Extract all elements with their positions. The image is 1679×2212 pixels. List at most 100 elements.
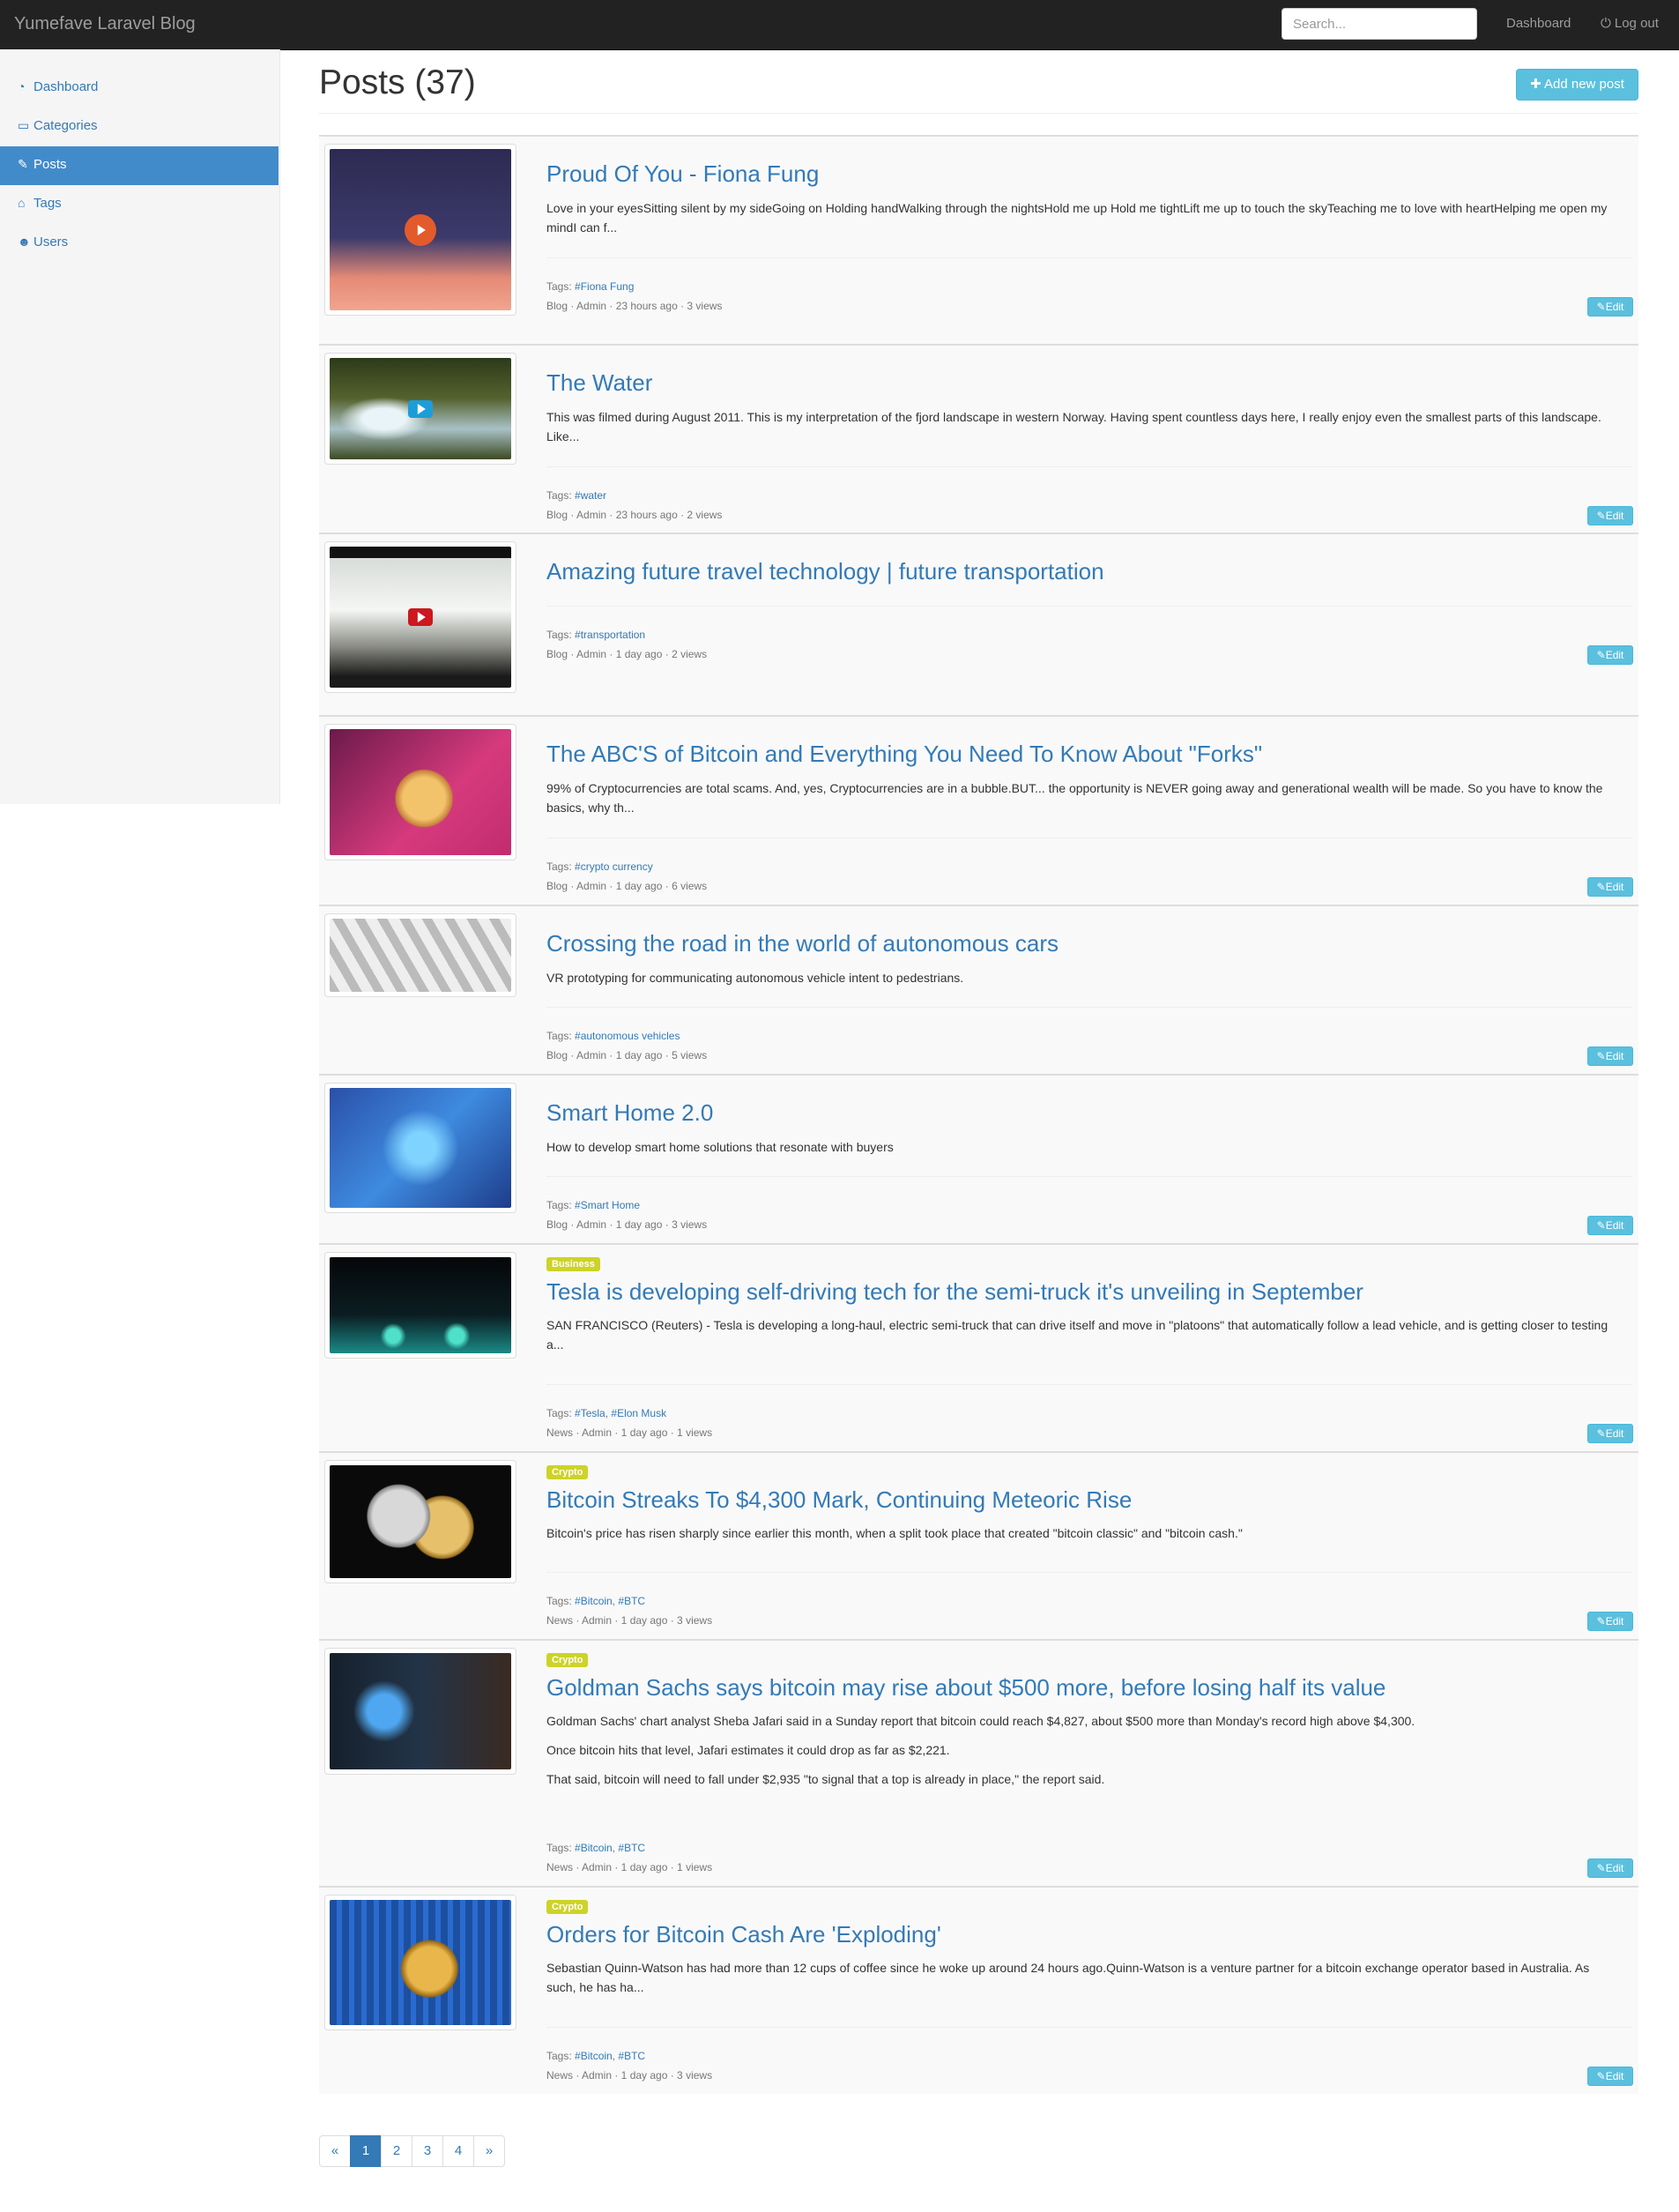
post-thumbnail[interactable] — [324, 541, 516, 693]
tag-link[interactable]: #water — [575, 489, 606, 502]
excerpt-paragraph: Love in your eyesSitting silent by my si… — [546, 201, 1608, 235]
tag-link[interactable]: #Smart Home — [575, 1199, 640, 1211]
sidebar-item-label: Users — [33, 235, 69, 250]
logout-link[interactable]: ⏻ Log out — [1601, 16, 1659, 31]
play-icon — [405, 213, 436, 246]
tag-link[interactable]: #BTC — [618, 1842, 645, 1854]
post-tags: Tags: #Bitcoin, #BTC — [546, 1842, 646, 1854]
bitcoin-image — [330, 729, 511, 855]
post-title-link[interactable]: Orders for Bitcoin Cash Are 'Exploding' — [546, 1921, 941, 1948]
tag-link[interactable]: #Tesla — [575, 1407, 605, 1419]
edit-post-button[interactable]: ✎Edit — [1587, 297, 1633, 317]
pencil-icon: ✎ — [1596, 510, 1606, 522]
pagination-page-4[interactable]: 4 — [442, 2135, 474, 2167]
post-excerpt: Goldman Sachs' chart analyst Sheba Jafar… — [546, 1711, 1622, 1799]
post-thumbnail[interactable] — [324, 1895, 516, 2030]
post-divider — [546, 2027, 1632, 2028]
pagination-page-2[interactable]: 2 — [381, 2135, 412, 2167]
pagination-page-3[interactable]: 3 — [412, 2135, 443, 2167]
pagination-next[interactable]: » — [473, 2135, 505, 2167]
sidebar-item-dashboard[interactable]: ◔ Dashboard — [0, 69, 279, 108]
post-title-link[interactable]: Tesla is developing self-driving tech fo… — [546, 1278, 1363, 1306]
edit-post-button[interactable]: ✎Edit — [1587, 877, 1633, 897]
edit-post-button[interactable]: ✎Edit — [1587, 506, 1633, 525]
post-title-link[interactable]: The ABC'S of Bitcoin and Everything You … — [546, 741, 1262, 768]
sidebar-item-users[interactable]: ☻ Users — [0, 224, 279, 263]
excerpt-paragraph: Bitcoin's price has risen sharply since … — [546, 1526, 1243, 1540]
category-badge: Crypto — [546, 1900, 589, 1914]
edit-post-button[interactable]: ✎Edit — [1587, 2067, 1633, 2086]
tag-link[interactable]: #Fiona Fung — [575, 280, 634, 293]
post-meta: News · Admin · 1 day ago · 3 views — [546, 2069, 713, 2082]
sidebar-item-tags[interactable]: ⌂ Tags — [0, 185, 279, 224]
tags-label: Tags: — [546, 860, 572, 873]
post-thumbnail[interactable] — [324, 724, 516, 860]
edit-post-button[interactable]: ✎Edit — [1587, 645, 1633, 665]
pagination-page-1[interactable]: 1 — [350, 2135, 382, 2167]
power-off-icon: ⏻ — [1601, 16, 1611, 31]
tags-label: Tags: — [546, 280, 572, 293]
sidebar-item-label: Dashboard — [33, 79, 99, 94]
post-title-link[interactable]: Crossing the road in the world of autono… — [546, 930, 1059, 957]
post-row: Amazing future travel technology | futur… — [319, 533, 1638, 715]
sidebar-item-posts[interactable]: ✎ Posts — [0, 146, 279, 185]
edit-post-button[interactable]: ✎Edit — [1587, 1216, 1633, 1235]
nav-dashboard-link[interactable]: Dashboard — [1506, 16, 1571, 31]
pencil-icon: ✎ — [1596, 1862, 1606, 1874]
category-badge: Crypto — [546, 1653, 589, 1667]
post-thumbnail[interactable] — [324, 1460, 516, 1583]
edit-post-button[interactable]: ✎Edit — [1587, 1612, 1633, 1631]
tag-link[interactable]: #crypto currency — [575, 860, 653, 873]
pencil-icon: ✎ — [1596, 649, 1606, 661]
post-title-link[interactable]: Proud Of You - Fiona Fung — [546, 160, 819, 188]
post-row: Proud Of You - Fiona Fung Love in your e… — [319, 135, 1638, 344]
edit-post-button[interactable]: ✎Edit — [1587, 1858, 1633, 1878]
post-divider — [546, 257, 1632, 258]
post-tags: Tags: #autonomous vehicles — [546, 1030, 680, 1042]
post-title-link[interactable]: Smart Home 2.0 — [546, 1099, 713, 1127]
pencil-icon: ✎ — [1596, 1050, 1606, 1062]
pagination-prev[interactable]: « — [319, 2135, 351, 2167]
search-input[interactable] — [1282, 8, 1477, 40]
folder-open-icon: ▭ — [18, 118, 30, 132]
excerpt-paragraph: VR prototyping for communicating autonom… — [546, 971, 964, 985]
tag-link[interactable]: #BTC — [618, 1595, 645, 1607]
tag-link[interactable]: #Bitcoin — [575, 1595, 613, 1607]
tag-link[interactable]: #autonomous vehicles — [575, 1030, 680, 1042]
post-thumbnail[interactable] — [324, 1252, 516, 1359]
edit-post-button[interactable]: ✎Edit — [1587, 1046, 1633, 1066]
post-thumbnail[interactable] — [324, 144, 516, 316]
edit-label: Edit — [1605, 1615, 1624, 1627]
brand-link[interactable]: Yumefave Laravel Blog — [14, 14, 196, 34]
add-new-post-button[interactable]: ✚ Add new post — [1516, 69, 1638, 101]
tag-link[interactable]: #Bitcoin — [575, 1842, 613, 1854]
sidebar-item-categories[interactable]: ▭ Categories — [0, 108, 279, 146]
tag-link[interactable]: #BTC — [618, 2050, 645, 2062]
post-meta: Blog · Admin · 23 hours ago · 2 views — [546, 509, 723, 521]
excerpt-paragraph: Sebastian Quinn-Watson has had more than… — [546, 1961, 1590, 1994]
edit-post-button[interactable]: ✎Edit — [1587, 1424, 1633, 1443]
tag-link[interactable]: #transportation — [575, 629, 645, 641]
tag-link[interactable]: #Elon Musk — [611, 1407, 666, 1419]
title-divider — [319, 113, 1638, 114]
post-thumbnail[interactable] — [324, 1648, 516, 1775]
tags-icon: ⌂ — [18, 196, 26, 210]
post-row: Crypto Orders for Bitcoin Cash Are 'Expl… — [319, 1886, 1638, 2094]
post-tags: Tags: #Fiona Fung — [546, 280, 634, 293]
page-title: Posts (37) — [319, 63, 476, 101]
post-thumbnail[interactable] — [324, 913, 516, 997]
tags-label: Tags: — [546, 1595, 572, 1607]
tag-link[interactable]: #Bitcoin — [575, 2050, 613, 2062]
post-thumbnail[interactable] — [324, 1083, 516, 1213]
post-title-link[interactable]: The Water — [546, 369, 652, 397]
post-row: Crypto Goldman Sachs says bitcoin may ri… — [319, 1639, 1638, 1886]
pencil-icon: ✎ — [18, 157, 28, 171]
post-title-link[interactable]: Bitcoin Streaks To $4,300 Mark, Continui… — [546, 1486, 1132, 1514]
video-thumbnail-fiona — [330, 149, 511, 310]
tesla-truck-image — [330, 1257, 511, 1353]
post-thumbnail[interactable] — [324, 353, 516, 465]
post-meta: Blog · Admin · 1 day ago · 2 views — [546, 648, 708, 660]
post-title-link[interactable]: Amazing future travel technology | futur… — [546, 558, 1104, 585]
post-title-link[interactable]: Goldman Sachs says bitcoin may rise abou… — [546, 1674, 1386, 1702]
edit-label: Edit — [1605, 510, 1624, 522]
